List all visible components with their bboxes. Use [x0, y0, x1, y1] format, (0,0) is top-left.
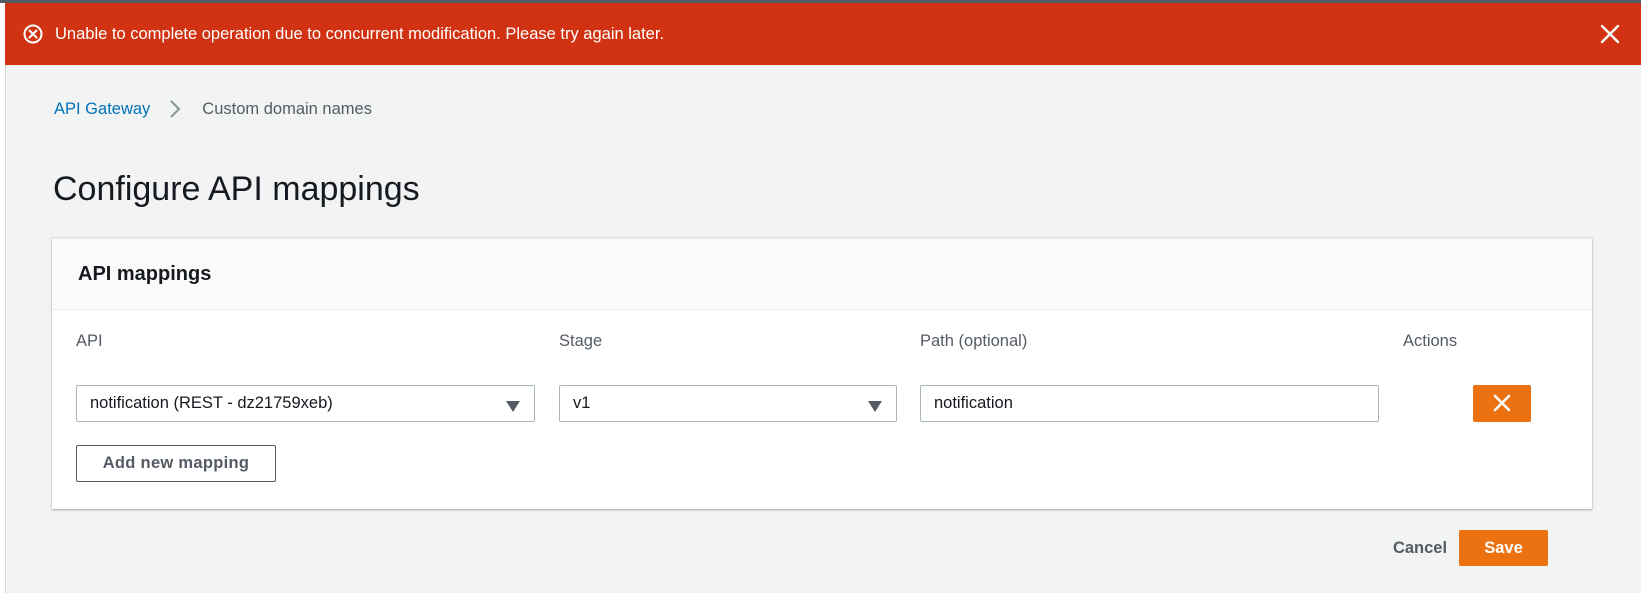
- stage-select[interactable]: v1: [559, 385, 897, 422]
- chevron-right-icon: [162, 99, 190, 119]
- stage-select-value: v1: [573, 394, 591, 412]
- page-title: Configure API mappings: [53, 170, 420, 208]
- path-input[interactable]: notification: [920, 385, 1379, 422]
- api-select-value: notification (REST - dz21759xeb): [90, 394, 333, 412]
- container-title: API mappings: [78, 263, 212, 285]
- path-input-value: notification: [934, 394, 1013, 412]
- actions-column-label: Actions: [1403, 332, 1458, 350]
- breadcrumb-api-gateway[interactable]: API Gateway: [54, 100, 150, 119]
- breadcrumb-custom-domain-names: Custom domain names: [202, 99, 372, 118]
- save-button[interactable]: Save: [1459, 530, 1548, 566]
- api-select[interactable]: notification (REST - dz21759xeb): [76, 385, 535, 422]
- breadcrumb: API Gateway Custom domain names: [54, 97, 372, 121]
- caret-down-icon: [868, 398, 882, 412]
- close-icon: [1493, 394, 1511, 412]
- remove-mapping-button[interactable]: [1473, 385, 1531, 422]
- api-column-label: API: [76, 332, 103, 350]
- api-mappings-container: API mappings API Stage Path (optional) A…: [52, 238, 1592, 509]
- caret-down-icon: [506, 398, 520, 412]
- stage-column-label: Stage: [559, 332, 603, 350]
- path-column-label: Path (optional): [920, 332, 1028, 350]
- error-flashbar: Unable to complete operation due to conc…: [5, 3, 1641, 65]
- add-new-mapping-button[interactable]: Add new mapping: [76, 445, 276, 482]
- close-icon[interactable]: [1599, 23, 1621, 45]
- error-circle-icon: [22, 23, 44, 45]
- cancel-button[interactable]: Cancel: [1380, 530, 1460, 566]
- container-header: API mappings: [52, 239, 1592, 310]
- flash-message: Unable to complete operation due to conc…: [55, 25, 665, 43]
